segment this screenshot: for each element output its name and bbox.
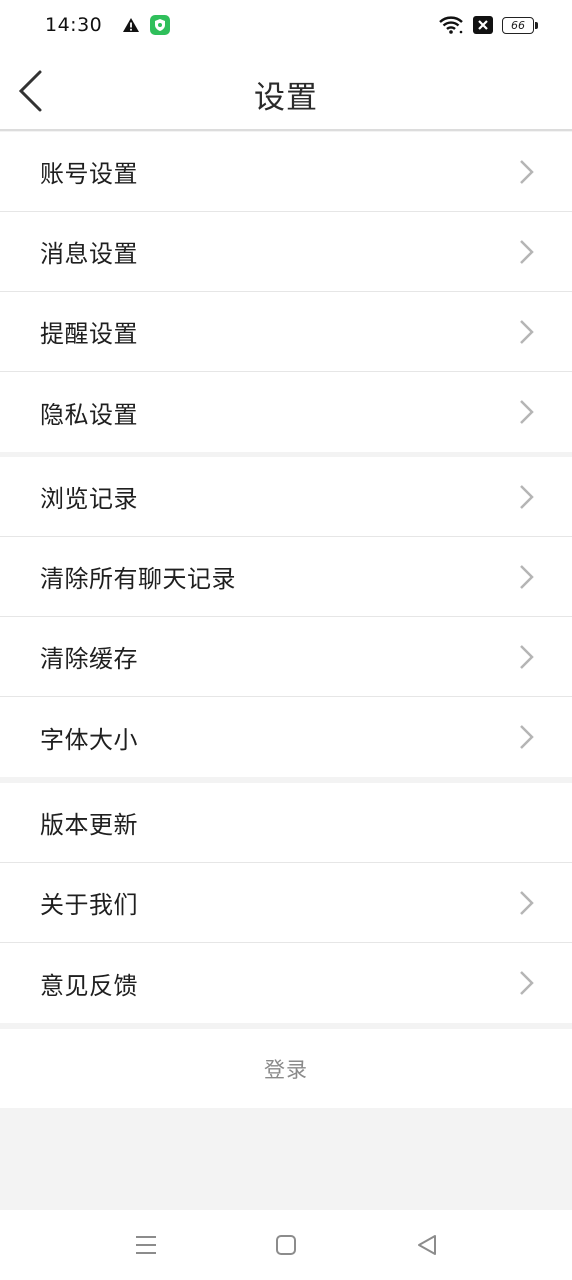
settings-group-data: 浏览记录 清除所有聊天记录 清除缓存 字体大小 [0,457,572,777]
chevron-right-icon [520,565,534,589]
back-triangle-icon[interactable] [414,1232,440,1258]
system-nav-bar [0,1210,572,1280]
status-right-icons: 66 [438,15,538,35]
settings-item-font-size[interactable]: 字体大小 [0,697,572,777]
status-bar: 14:30 66 [0,0,572,50]
settings-item-label: 账号设置 [40,160,138,188]
settings-item-about-us[interactable]: 关于我们 [0,863,572,943]
settings-item-message[interactable]: 消息设置 [0,212,572,292]
settings-item-label: 隐私设置 [40,400,138,429]
settings-item-feedback[interactable]: 意见反馈 [0,943,572,1023]
settings-screen: 14:30 66 设置 账号设置 消息设置 提醒设置 隐私设置 浏览记录 清除所… [0,0,572,1280]
settings-item-account[interactable]: 账号设置 [0,132,572,212]
wifi-icon [439,16,463,34]
settings-item-label: 浏览记录 [40,485,138,513]
settings-item-version-update[interactable]: 版本更新 [0,783,572,863]
warning-icon [123,18,140,32]
settings-group-account: 账号设置 消息设置 提醒设置 隐私设置 [0,132,572,452]
chevron-right-icon [520,891,534,915]
chevron-right-icon [520,645,534,669]
shield-app-icon [150,15,171,35]
settings-item-label: 关于我们 [40,891,138,919]
settings-item-history[interactable]: 浏览记录 [0,457,572,537]
page-title: 设置 [254,80,318,116]
settings-item-reminder[interactable]: 提醒设置 [0,292,572,372]
sim-off-icon [473,16,493,34]
menu-icon[interactable] [133,1232,159,1258]
settings-item-label: 意见反馈 [40,971,138,1000]
chevron-right-icon [520,485,534,509]
settings-item-clear-cache[interactable]: 清除缓存 [0,617,572,697]
chevron-right-icon [520,400,534,424]
status-left-icons [122,15,171,35]
chevron-right-icon [520,240,534,264]
battery-icon: 66 [502,16,538,34]
chevron-right-icon [520,160,534,184]
chevron-right-icon [520,725,534,749]
status-time: 14:30 [45,14,103,36]
settings-item-label: 清除缓存 [40,645,138,673]
settings-item-label: 清除所有聊天记录 [40,565,236,593]
battery-level: 66 [511,18,525,32]
chevron-right-icon [520,971,534,995]
settings-item-label: 版本更新 [40,811,138,839]
settings-item-clear-chats[interactable]: 清除所有聊天记录 [0,537,572,617]
settings-item-label: 消息设置 [40,240,138,268]
chevron-right-icon [520,320,534,344]
login-button[interactable]: 登录 [264,1054,308,1084]
settings-item-label: 提醒设置 [40,320,138,348]
login-section: 登录 [0,1029,572,1108]
settings-group-about: 版本更新 关于我们 意见反馈 [0,783,572,1023]
settings-item-label: 字体大小 [40,725,138,754]
settings-item-privacy[interactable]: 隐私设置 [0,372,572,452]
home-icon[interactable] [273,1232,299,1258]
title-bar: 设置 [0,50,572,131]
